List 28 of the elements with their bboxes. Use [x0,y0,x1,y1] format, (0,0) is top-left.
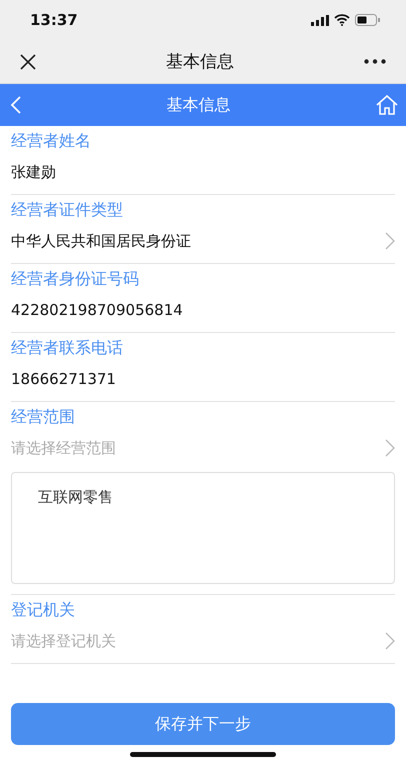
save-next-button[interactable]: 保存并下一步 [11,703,395,745]
page-title: 基本信息 [166,94,230,116]
field-value[interactable]: 中华人民共和国居民身份证 [11,229,191,253]
signal-icon [311,14,329,26]
more-icon[interactable] [364,59,386,64]
field-label: 经营者联系电话 [11,337,124,359]
chevron-right-icon [385,232,395,250]
field-placeholder[interactable]: 请选择经营范围 [11,436,116,460]
field-label: 经营者证件类型 [11,199,124,221]
field-label: 经营范围 [11,406,76,428]
field-label: 经营者姓名 [11,130,92,152]
field-value: 张建勋 [11,162,56,183]
close-icon[interactable] [20,54,36,70]
app-title: 基本信息 [166,51,234,73]
battery-icon [355,14,380,26]
field-label: 经营者身份证号码 [11,268,140,290]
wifi-icon [334,14,350,26]
chevron-right-icon [385,632,395,650]
field-placeholder[interactable]: 请选择登记机关 [11,629,116,653]
text-area-value: 互联网零售 [38,488,113,506]
text-area[interactable]: 互联网零售 [11,472,395,584]
back-icon[interactable] [10,96,21,114]
home-icon[interactable] [376,95,398,115]
field-value: 422802198709056814 [11,300,183,321]
field-value: 18666271371 [11,369,116,390]
status-time: 13:37 [30,11,78,29]
chevron-right-icon [385,439,395,457]
field-label: 登记机关 [11,599,76,621]
